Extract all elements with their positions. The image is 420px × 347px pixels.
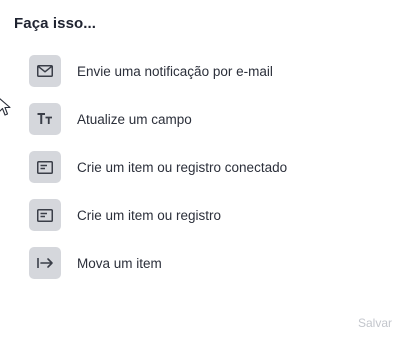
action-label: Mova um item — [77, 255, 162, 271]
text-size-icon — [37, 113, 52, 124]
card-icon — [37, 208, 53, 222]
action-label: Atualize um campo — [77, 111, 192, 127]
action-item-move-item[interactable]: Mova um item — [29, 247, 287, 279]
mouse-cursor-icon — [0, 98, 11, 116]
action-item-create-connected-record[interactable]: Crie um item ou registro conectado — [29, 151, 287, 183]
icon-tile — [29, 151, 61, 183]
action-label: Envie uma notificação por e-mail — [77, 63, 273, 79]
section-heading: Faça isso... — [14, 15, 97, 32]
action-item-update-field[interactable]: Atualize um campo — [29, 103, 287, 135]
icon-tile — [29, 199, 61, 231]
action-picker-panel: Faça isso... Envie uma notificação por e… — [0, 0, 420, 347]
card-icon — [37, 160, 53, 174]
save-button[interactable]: Salvar — [358, 316, 392, 330]
action-item-create-record[interactable]: Crie um item ou registro — [29, 199, 287, 231]
action-label: Crie um item ou registro — [77, 207, 222, 223]
move-arrow-icon — [36, 258, 53, 268]
icon-tile — [29, 55, 61, 87]
action-list: Envie uma notificação por e-mail Atualiz… — [29, 55, 287, 295]
action-label: Crie um item ou registro conectado — [77, 159, 288, 175]
icon-tile — [29, 247, 61, 279]
envelope-icon — [37, 65, 53, 77]
action-item-email-notification[interactable]: Envie uma notificação por e-mail — [29, 55, 287, 87]
icon-tile — [29, 103, 61, 135]
